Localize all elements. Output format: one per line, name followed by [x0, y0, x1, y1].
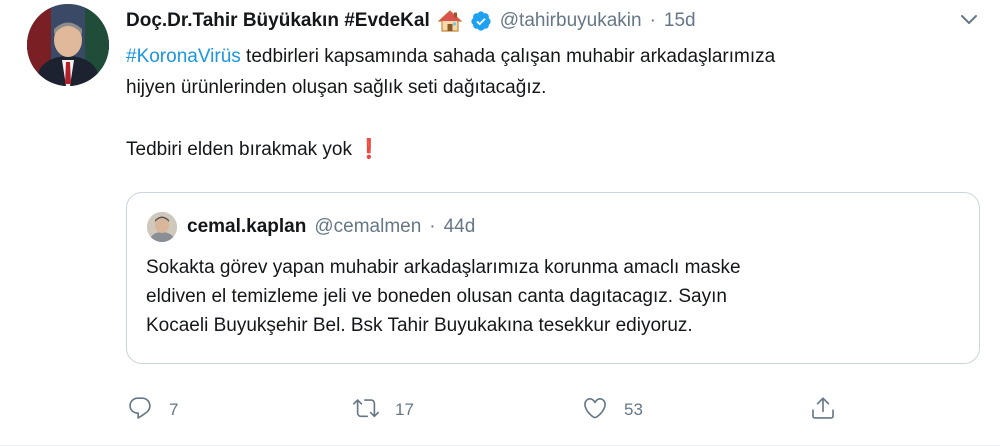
share-icon [810, 395, 836, 426]
reply-button[interactable]: 7 [127, 390, 178, 430]
tweet-line-3-text: Tedbiri elden bırakmak yok [126, 139, 352, 160]
tweet-text: #KoronaVirüs tedbirleri kapsamında sahad… [126, 41, 976, 165]
chevron-down-icon[interactable] [958, 8, 980, 30]
tweet-line-2: hijyen ürünlerinden oluşan sağlık seti d… [126, 77, 547, 98]
reply-icon [127, 395, 153, 426]
tweet-line-3: Tedbiri elden bırakmak yok ❗ [126, 134, 976, 165]
quoted-author-avatar [147, 212, 177, 242]
tweet-actions: 7 17 53 [0, 390, 1000, 430]
quoted-timestamp: 44d [443, 216, 476, 237]
quoted-line: eldiven el temizleme jeli ve boneden olu… [146, 286, 727, 307]
quoted-line: Kocaeli Buyukşehir Bel. Bsk Tahir Buyuka… [146, 315, 693, 336]
author-avatar[interactable] [27, 4, 109, 86]
house-emoji-icon [437, 10, 462, 32]
hashtag-link[interactable]: #KoronaVirüs [126, 46, 241, 67]
verified-badge-icon [470, 10, 492, 32]
quoted-separator-dot: · [429, 216, 436, 237]
quoted-tweet-text: Sokakta görev yapan muhabir arkadaşlarım… [146, 253, 966, 340]
quoted-tweet-header: cemal.kaplan @cemalmen · 44d [147, 211, 475, 243]
like-button[interactable]: 53 [582, 390, 643, 430]
quoted-tweet[interactable]: cemal.kaplan @cemalmen · 44d Sokakta gör… [126, 192, 980, 364]
author-handle[interactable]: @tahirbuyukakin [500, 10, 642, 32]
share-button[interactable] [810, 390, 836, 430]
heart-icon [582, 395, 608, 426]
quoted-author-handle: @cemalmen [314, 216, 422, 237]
retweet-button[interactable]: 17 [353, 390, 414, 430]
tweet-header: Doç.Dr.Tahir Büyükakın #EvdeKal @tahirbu… [126, 7, 696, 35]
author-name[interactable]: Doç.Dr.Tahir Büyükakın #EvdeKal [126, 10, 430, 32]
quoted-author-name: cemal.kaplan [187, 216, 307, 237]
tweet-line-1: #KoronaVirüs tedbirleri kapsamında sahad… [126, 41, 976, 72]
tweet-line-1-text: tedbirleri kapsamında sahada çalışan muh… [240, 46, 776, 67]
separator-dot: · [649, 10, 656, 31]
like-count: 53 [624, 400, 643, 419]
tweet[interactable]: Doç.Dr.Tahir Büyükakın #EvdeKal @tahirbu… [0, 0, 1000, 446]
retweet-count: 17 [395, 400, 414, 419]
exclamation-emoji: ❗ [357, 139, 381, 160]
quoted-line: Sokakta görev yapan muhabir arkadaşlarım… [146, 257, 741, 278]
retweet-icon [353, 395, 379, 426]
tweet-timestamp[interactable]: 15d [664, 10, 696, 32]
reply-count: 7 [169, 400, 179, 419]
